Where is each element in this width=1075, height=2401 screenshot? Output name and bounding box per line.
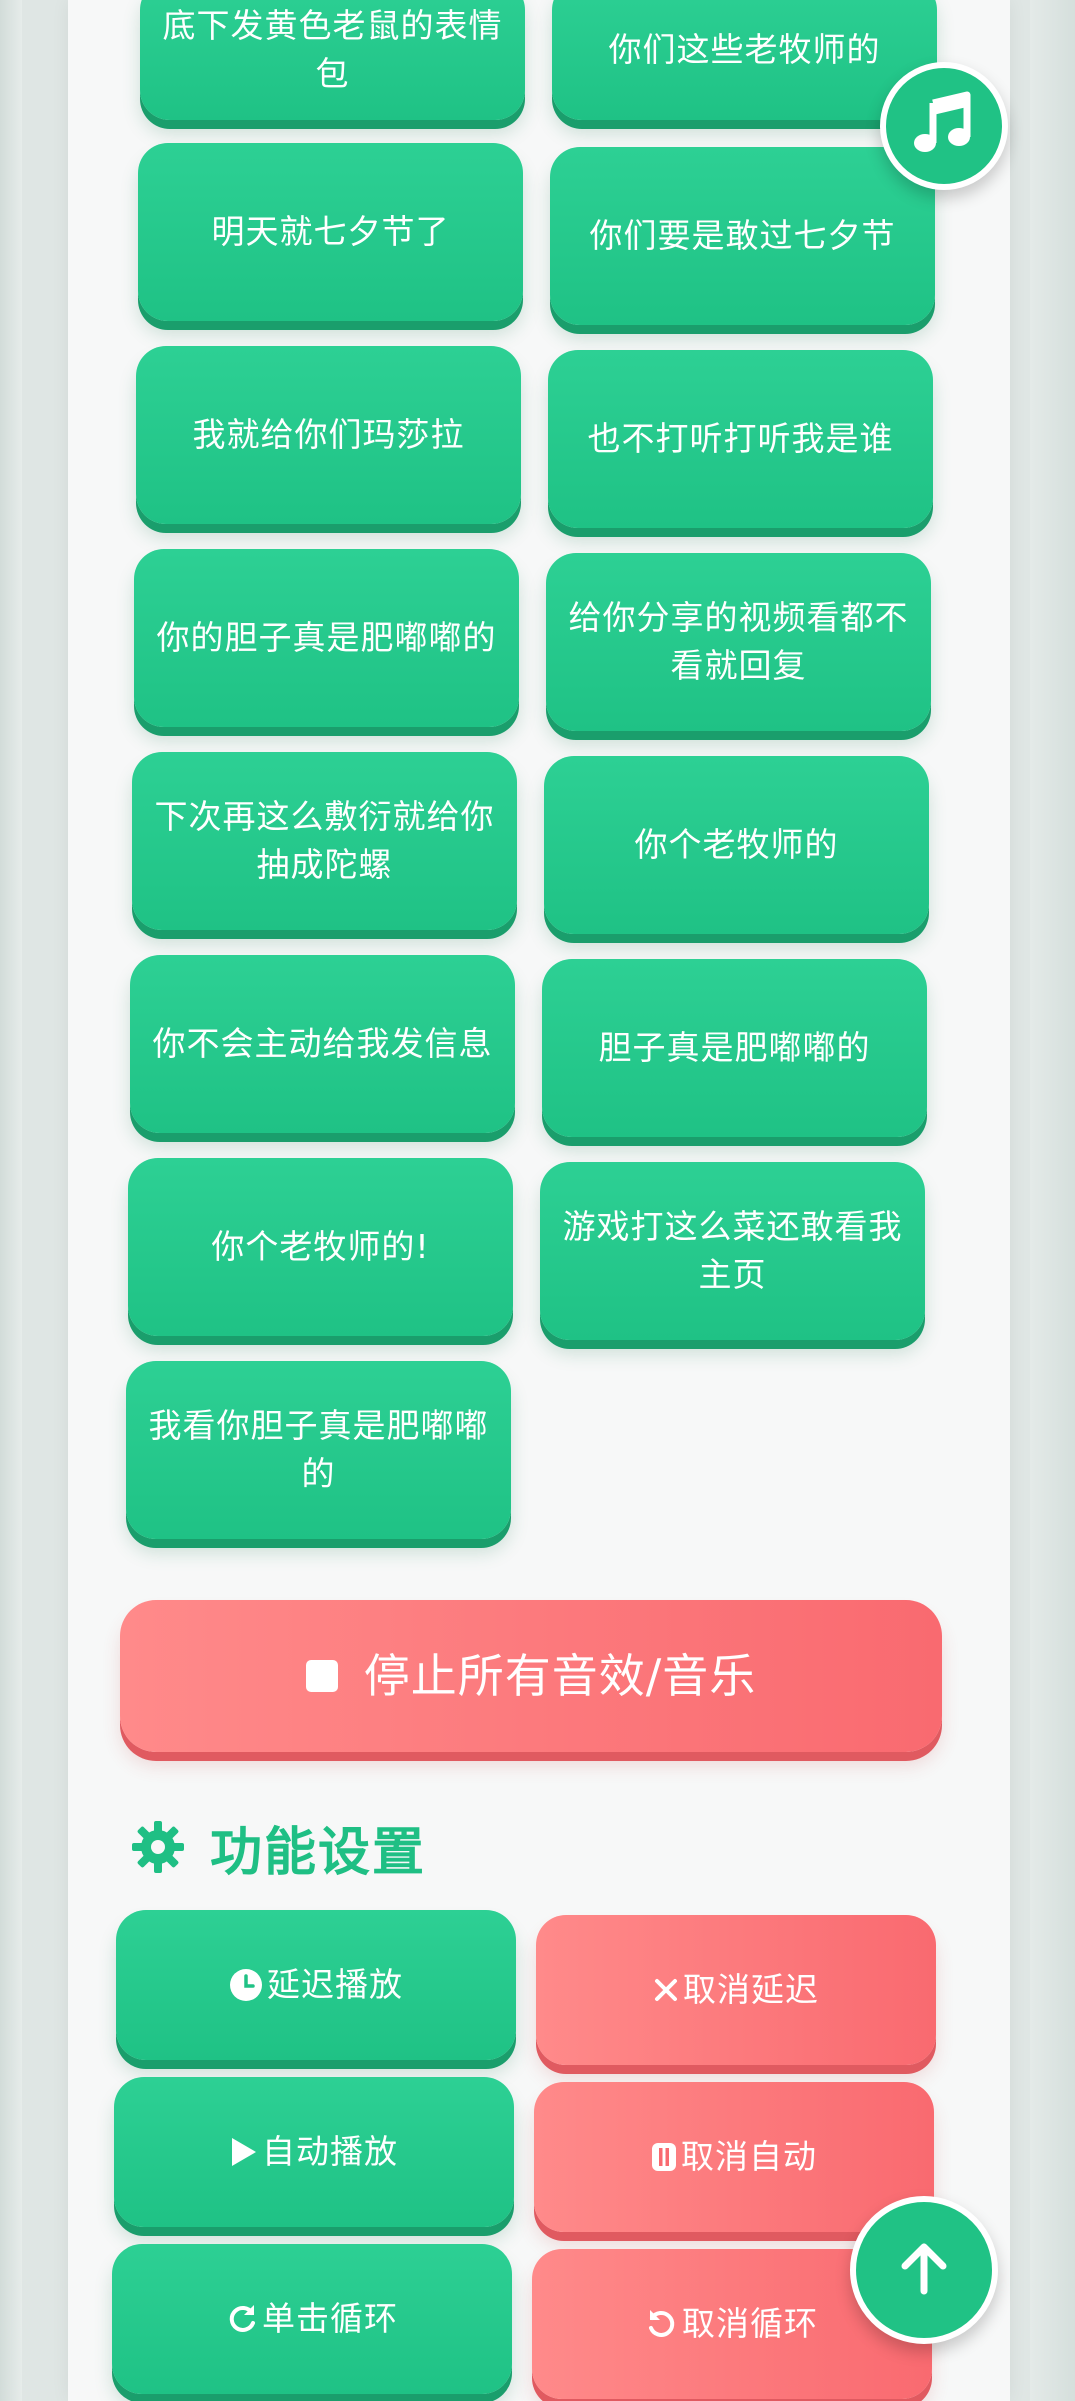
sound-button[interactable]: 也不打听打听我是谁: [548, 350, 933, 528]
sound-button[interactable]: 底下发黄色老鼠的表情包: [140, 0, 525, 120]
sound-button[interactable]: 下次再这么敷衍就给你抽成陀螺: [132, 752, 517, 930]
sound-button-label: 下次再这么敷衍就给你抽成陀螺: [154, 797, 495, 884]
arrow-up-icon: [893, 2237, 955, 2303]
stop-all-button[interactable]: 停止所有音效/音乐: [120, 1600, 942, 1752]
settings-section-title: 功能设置: [130, 1815, 426, 1883]
pause-icon: [651, 2142, 677, 2172]
background-strip-left: [0, 0, 22, 2401]
sound-button-label: 我就给你们玛莎拉: [192, 415, 465, 454]
sound-button-label: 你个老牧师的: [634, 825, 839, 864]
cancel-delay-button[interactable]: 取消延迟: [536, 1915, 936, 2065]
sound-button[interactable]: 我就给你们玛莎拉: [136, 346, 521, 524]
auto-play-label: 自动播放: [262, 2132, 398, 2171]
cancel-delay-label: 取消延迟: [683, 1970, 819, 2009]
background-strip-right: [1030, 0, 1075, 2401]
sound-button-label: 游戏打这么菜还敢看我主页: [562, 1207, 903, 1294]
sound-button-label: 明天就七夕节了: [211, 212, 450, 251]
sound-button-label: 也不打听打听我是谁: [587, 419, 894, 458]
sound-button-label: 胆子真是肥嘟嘟的: [598, 1028, 871, 1067]
sound-button-label: 你个老牧师的!: [211, 1227, 430, 1266]
loop-click-label: 单击循环: [262, 2299, 398, 2338]
sound-button[interactable]: 你不会主动给我发信息: [130, 955, 515, 1133]
sound-button-label: 你不会主动给我发信息: [152, 1024, 493, 1063]
sound-button-label: 底下发黄色老鼠的表情包: [162, 6, 503, 93]
gear-icon: [130, 1819, 186, 1875]
sound-button-label: 你的胆子真是肥嘟嘟的: [156, 618, 497, 657]
close-icon: [653, 1977, 679, 2003]
sound-button-label: 你们要是敢过七夕节: [589, 216, 896, 255]
sound-button[interactable]: 我看你胆子真是肥嘟嘟的: [126, 1361, 511, 1539]
sound-button[interactable]: 给你分享的视频看都不看就回复: [546, 553, 931, 731]
stop-all-label: 停止所有音效/音乐: [363, 1649, 757, 1703]
redo-icon: [226, 2303, 258, 2335]
music-toggle-button[interactable]: [880, 62, 1008, 190]
auto-play-button[interactable]: 自动播放: [114, 2077, 514, 2227]
sound-button-label: 你们这些老牧师的: [608, 30, 881, 69]
sound-button[interactable]: 你个老牧师的: [544, 756, 929, 934]
sound-button[interactable]: 你的胆子真是肥嘟嘟的: [134, 549, 519, 727]
sound-button[interactable]: 胆子真是肥嘟嘟的: [542, 959, 927, 1137]
sound-button[interactable]: 游戏打这么菜还敢看我主页: [540, 1162, 925, 1340]
cancel-auto-label: 取消自动: [681, 2137, 817, 2176]
back-to-top-button[interactable]: [850, 2196, 998, 2344]
delay-play-label: 延迟播放: [267, 1965, 403, 2004]
play-icon: [230, 2136, 258, 2168]
cancel-auto-button[interactable]: 取消自动: [534, 2082, 934, 2232]
stop-square-icon: [305, 1660, 338, 1692]
settings-title-text: 功能设置: [210, 1822, 427, 1883]
music-note-icon: [911, 91, 977, 161]
cancel-loop-label: 取消循环: [682, 2304, 818, 2343]
sound-button-label: 给你分享的视频看都不看就回复: [568, 598, 909, 685]
loop-click-button[interactable]: 单击循环: [112, 2244, 512, 2394]
sound-button-label: 我看你胆子真是肥嘟嘟的: [148, 1406, 489, 1493]
sound-button[interactable]: 你们要是敢过七夕节: [550, 147, 935, 325]
delay-play-button[interactable]: 延迟播放: [116, 1910, 516, 2060]
sound-button[interactable]: 你个老牧师的!: [128, 1158, 513, 1336]
clock-icon: [229, 1968, 263, 2002]
sound-button[interactable]: 明天就七夕节了: [138, 143, 523, 321]
sound-button[interactable]: 你们这些老牧师的: [552, 0, 937, 120]
undo-icon: [646, 2308, 678, 2340]
